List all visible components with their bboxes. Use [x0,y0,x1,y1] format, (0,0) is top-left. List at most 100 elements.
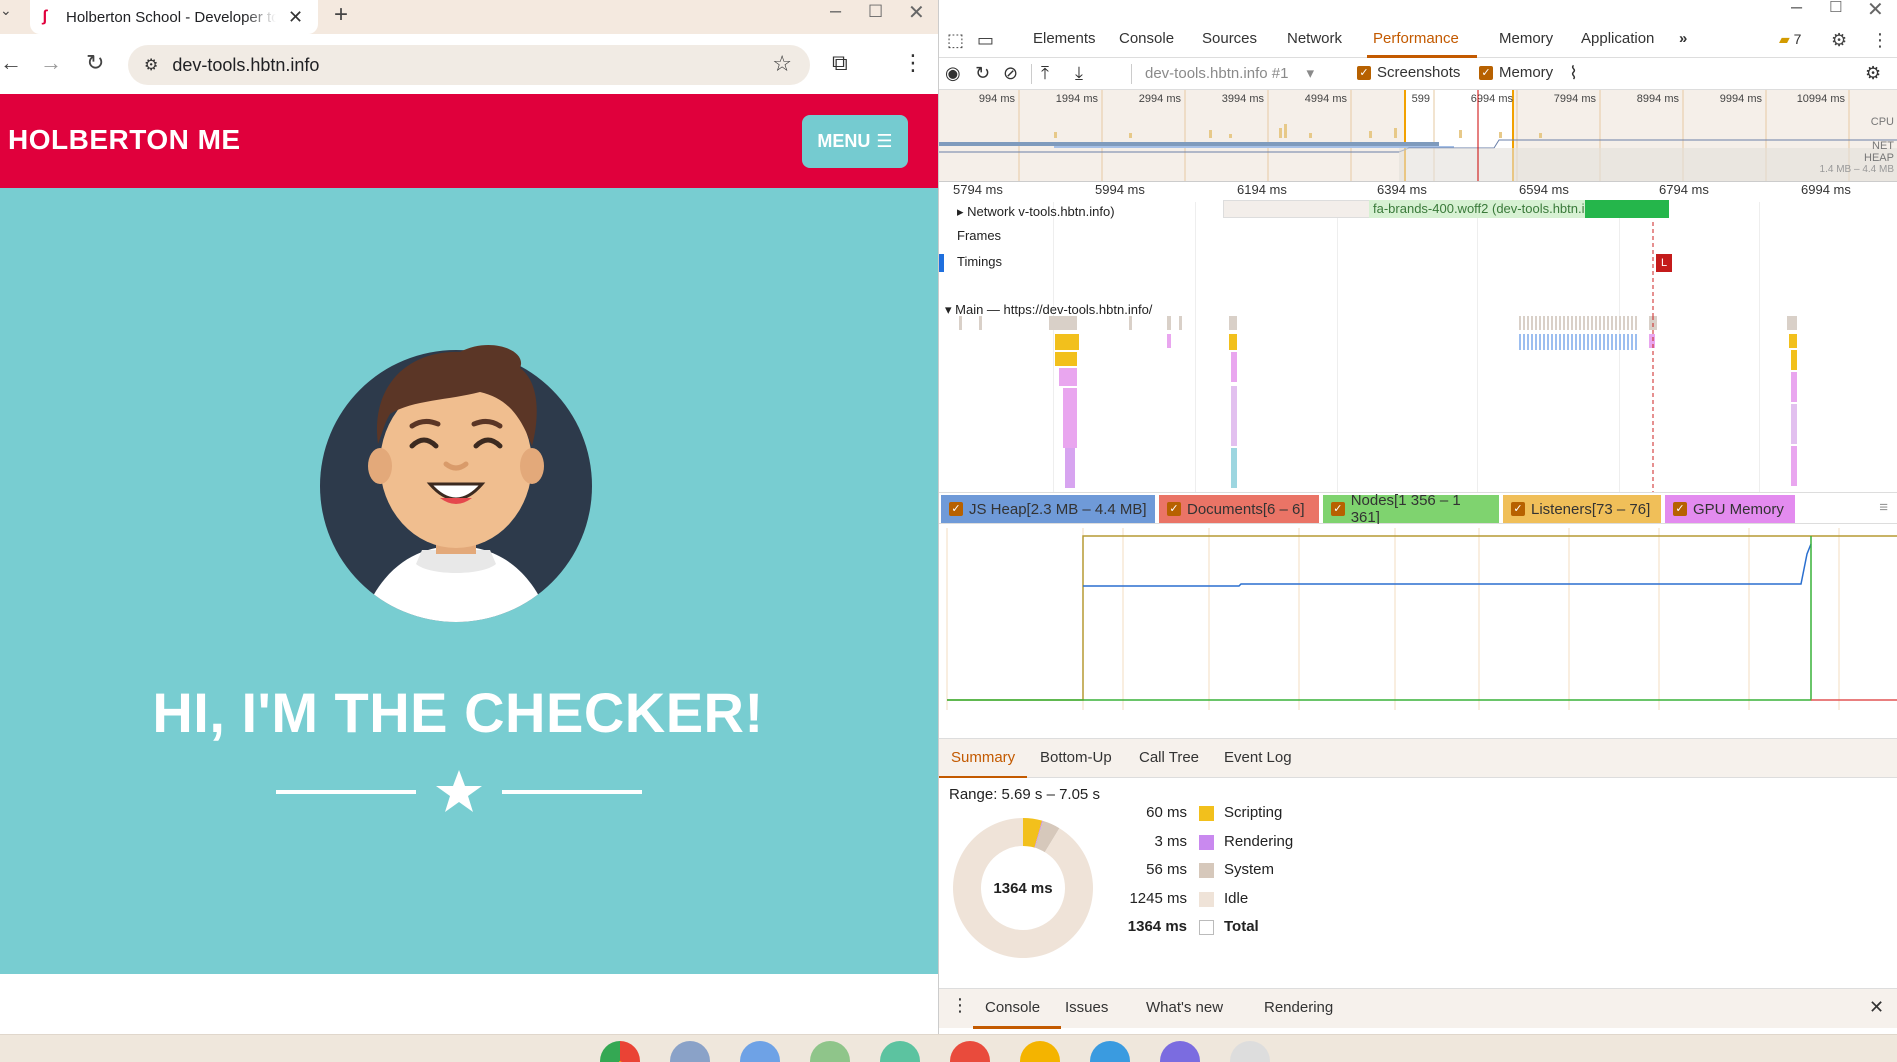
issues-badge[interactable]: ▰ 7 [1779,31,1801,48]
drawer-tab-console[interactable]: Console [985,999,1040,1016]
more-tabs-icon[interactable]: » [1679,30,1687,47]
tab-application[interactable]: Application [1581,30,1654,47]
overview-tick-label: 1994 ms [1056,93,1099,105]
timeline-tick-label: 6794 ms [1659,182,1709,197]
counter-toggle[interactable]: ✓ Nodes[1 356 – 1 361] [1323,492,1499,526]
tab-bottom-up[interactable]: Bottom-Up [1040,749,1112,766]
maximize-icon[interactable]: ☐ [868,2,883,26]
overview-cpu-bar [1309,133,1312,138]
tab-sources[interactable]: Sources [1202,30,1257,47]
flame-block [1603,334,1605,350]
summary-legend-row: 60 ms Scripting [1079,804,1339,824]
tab-call-tree[interactable]: Call Tree [1139,749,1199,766]
inspect-element-icon[interactable]: ⬚ [947,30,964,51]
drawer-tab-issues[interactable]: Issues [1065,999,1108,1016]
donut-total-label: 1364 ms [993,880,1052,897]
download-profile-icon[interactable]: ⤓ [1075,63,1083,84]
upload-profile-icon[interactable]: ⤒ [1041,63,1049,84]
tab-network[interactable]: Network [1287,30,1342,47]
tune-icon[interactable]: ⚙ [144,55,158,75]
forward-icon[interactable]: → [40,50,62,76]
counter-toggle[interactable]: ✓ Listeners[73 – 76] [1503,495,1661,523]
flame-block [1559,334,1561,350]
puzzle-icon[interactable]: ⧉ [832,50,848,76]
tab-memory[interactable]: Memory [1499,30,1553,47]
memory-counter-graph [939,524,1897,734]
menu-button[interactable]: MENU ☰ [802,115,908,168]
new-tab-button[interactable]: + [334,1,348,29]
frames-track-label[interactable]: Frames [957,228,1001,243]
tab-summary[interactable]: Summary [951,749,1015,766]
heap-label: HEAP [1864,152,1894,164]
vscode-icon[interactable] [1090,1041,1130,1062]
flame-block [1631,334,1633,350]
network-track-label[interactable]: ▸ Network v-tools.hbtn.info) [957,204,1115,220]
record-icon[interactable]: ◉ [945,63,961,84]
capture-settings-gear-icon[interactable]: ⚙ [1865,63,1881,84]
summary-donut-chart: 1364 ms [953,818,1093,958]
load-marker[interactable]: L [1656,254,1672,272]
address-bar[interactable]: ⚙ dev-tools.hbtn.info ☆ [128,45,810,85]
gear-icon[interactable]: ⚙ [1831,30,1847,51]
drawer-menu-icon[interactable]: ⋮ [951,995,969,1016]
devtools-close-window-icon[interactable]: ✕ [1867,0,1884,21]
main-thread-flamechart[interactable] [939,316,1897,492]
timeline-tracks[interactable]: 5794 ms 5994 ms 6194 ms 6394 ms 6594 ms 6794 … [939,182,1897,492]
customize-devtools-icon[interactable]: ⋮ [1871,30,1889,51]
files-app-icon[interactable] [740,1041,780,1062]
flame-block [1611,334,1613,350]
browser-tab[interactable]: ʃ Holberton School - Developer to ✕ [30,0,318,34]
site-brand[interactable]: HOLBERTON ME [8,124,241,156]
close-window-icon[interactable]: ✕ [908,0,925,24]
back-icon[interactable]: ← [0,50,22,76]
tab-search-icon[interactable]: ⌄ [0,2,12,19]
flame-block [1587,334,1589,350]
memory-counters-bar: ✓ JS Heap[2.3 MB – 4.4 MB] ✓ Documents[6 – … [939,492,1897,526]
device-toolbar-icon[interactable]: ▭ [977,30,994,51]
star-icon[interactable]: ☆ [772,51,792,77]
close-tab-icon[interactable]: ✕ [288,7,303,28]
timings-track-label[interactable]: Timings [957,254,1002,269]
photos-icon[interactable] [1020,1041,1060,1062]
drawer-tab-rendering[interactable]: Rendering [1264,999,1333,1016]
play-store-icon[interactable] [880,1041,920,1062]
minimize-icon[interactable]: – [830,0,841,24]
summary-value: 60 ms [1146,804,1187,821]
flame-block [1787,316,1797,330]
devtools-maximize-icon[interactable]: ☐ [1829,0,1842,22]
overview-cpu-bar [1394,128,1397,138]
recording-select[interactable]: dev-tools.hbtn.info #1 ▾ [1145,64,1314,82]
discord-icon[interactable] [1160,1041,1200,1062]
memory-checkbox[interactable]: ✓ Memory [1479,64,1553,81]
overview-cpu-bar [1229,134,1232,138]
app-icon[interactable] [1230,1041,1270,1062]
flame-block [1635,334,1637,350]
app-icon[interactable] [670,1041,710,1062]
overview-tick-label: 4994 ms [1305,93,1348,105]
close-drawer-icon[interactable]: ✕ [1869,997,1884,1018]
reload-record-icon[interactable]: ↻ [975,63,990,84]
app-icon[interactable] [810,1041,850,1062]
counters-menu-icon[interactable]: ≡ [1879,499,1888,516]
drawer-tab-whats-new[interactable]: What's new [1146,999,1223,1016]
devtools-minimize-icon[interactable]: – [1791,0,1802,20]
tab-elements[interactable]: Elements [1033,30,1096,47]
flame-block [1231,386,1237,446]
chrome-app-icon[interactable] [600,1041,640,1062]
counter-toggle[interactable]: ✓ GPU Memory [1665,495,1795,523]
clear-icon[interactable]: ⊘ [1003,63,1018,84]
timeline-overview[interactable]: 994 ms 1994 ms 2994 ms 3994 ms 4994 ms 599 699… [939,90,1897,182]
counter-toggle[interactable]: ✓ JS Heap[2.3 MB – 4.4 MB] [941,495,1155,523]
timing-marker [939,254,944,272]
flame-block [1789,334,1797,348]
reload-icon[interactable]: ↻ [86,50,104,76]
youtube-icon[interactable] [950,1041,990,1062]
broom-icon[interactable]: ⌇ [1569,63,1578,84]
screenshots-checkbox[interactable]: ✓ Screenshots [1357,64,1460,81]
more-menu-icon[interactable]: ⋮ [902,50,924,76]
tab-performance[interactable]: Performance [1373,30,1459,47]
counter-toggle[interactable]: ✓ Documents[6 – 6] [1159,495,1319,523]
tab-event-log[interactable]: Event Log [1224,749,1292,766]
tab-console[interactable]: Console [1119,30,1174,47]
timeline-tick-label: 6194 ms [1237,182,1287,197]
